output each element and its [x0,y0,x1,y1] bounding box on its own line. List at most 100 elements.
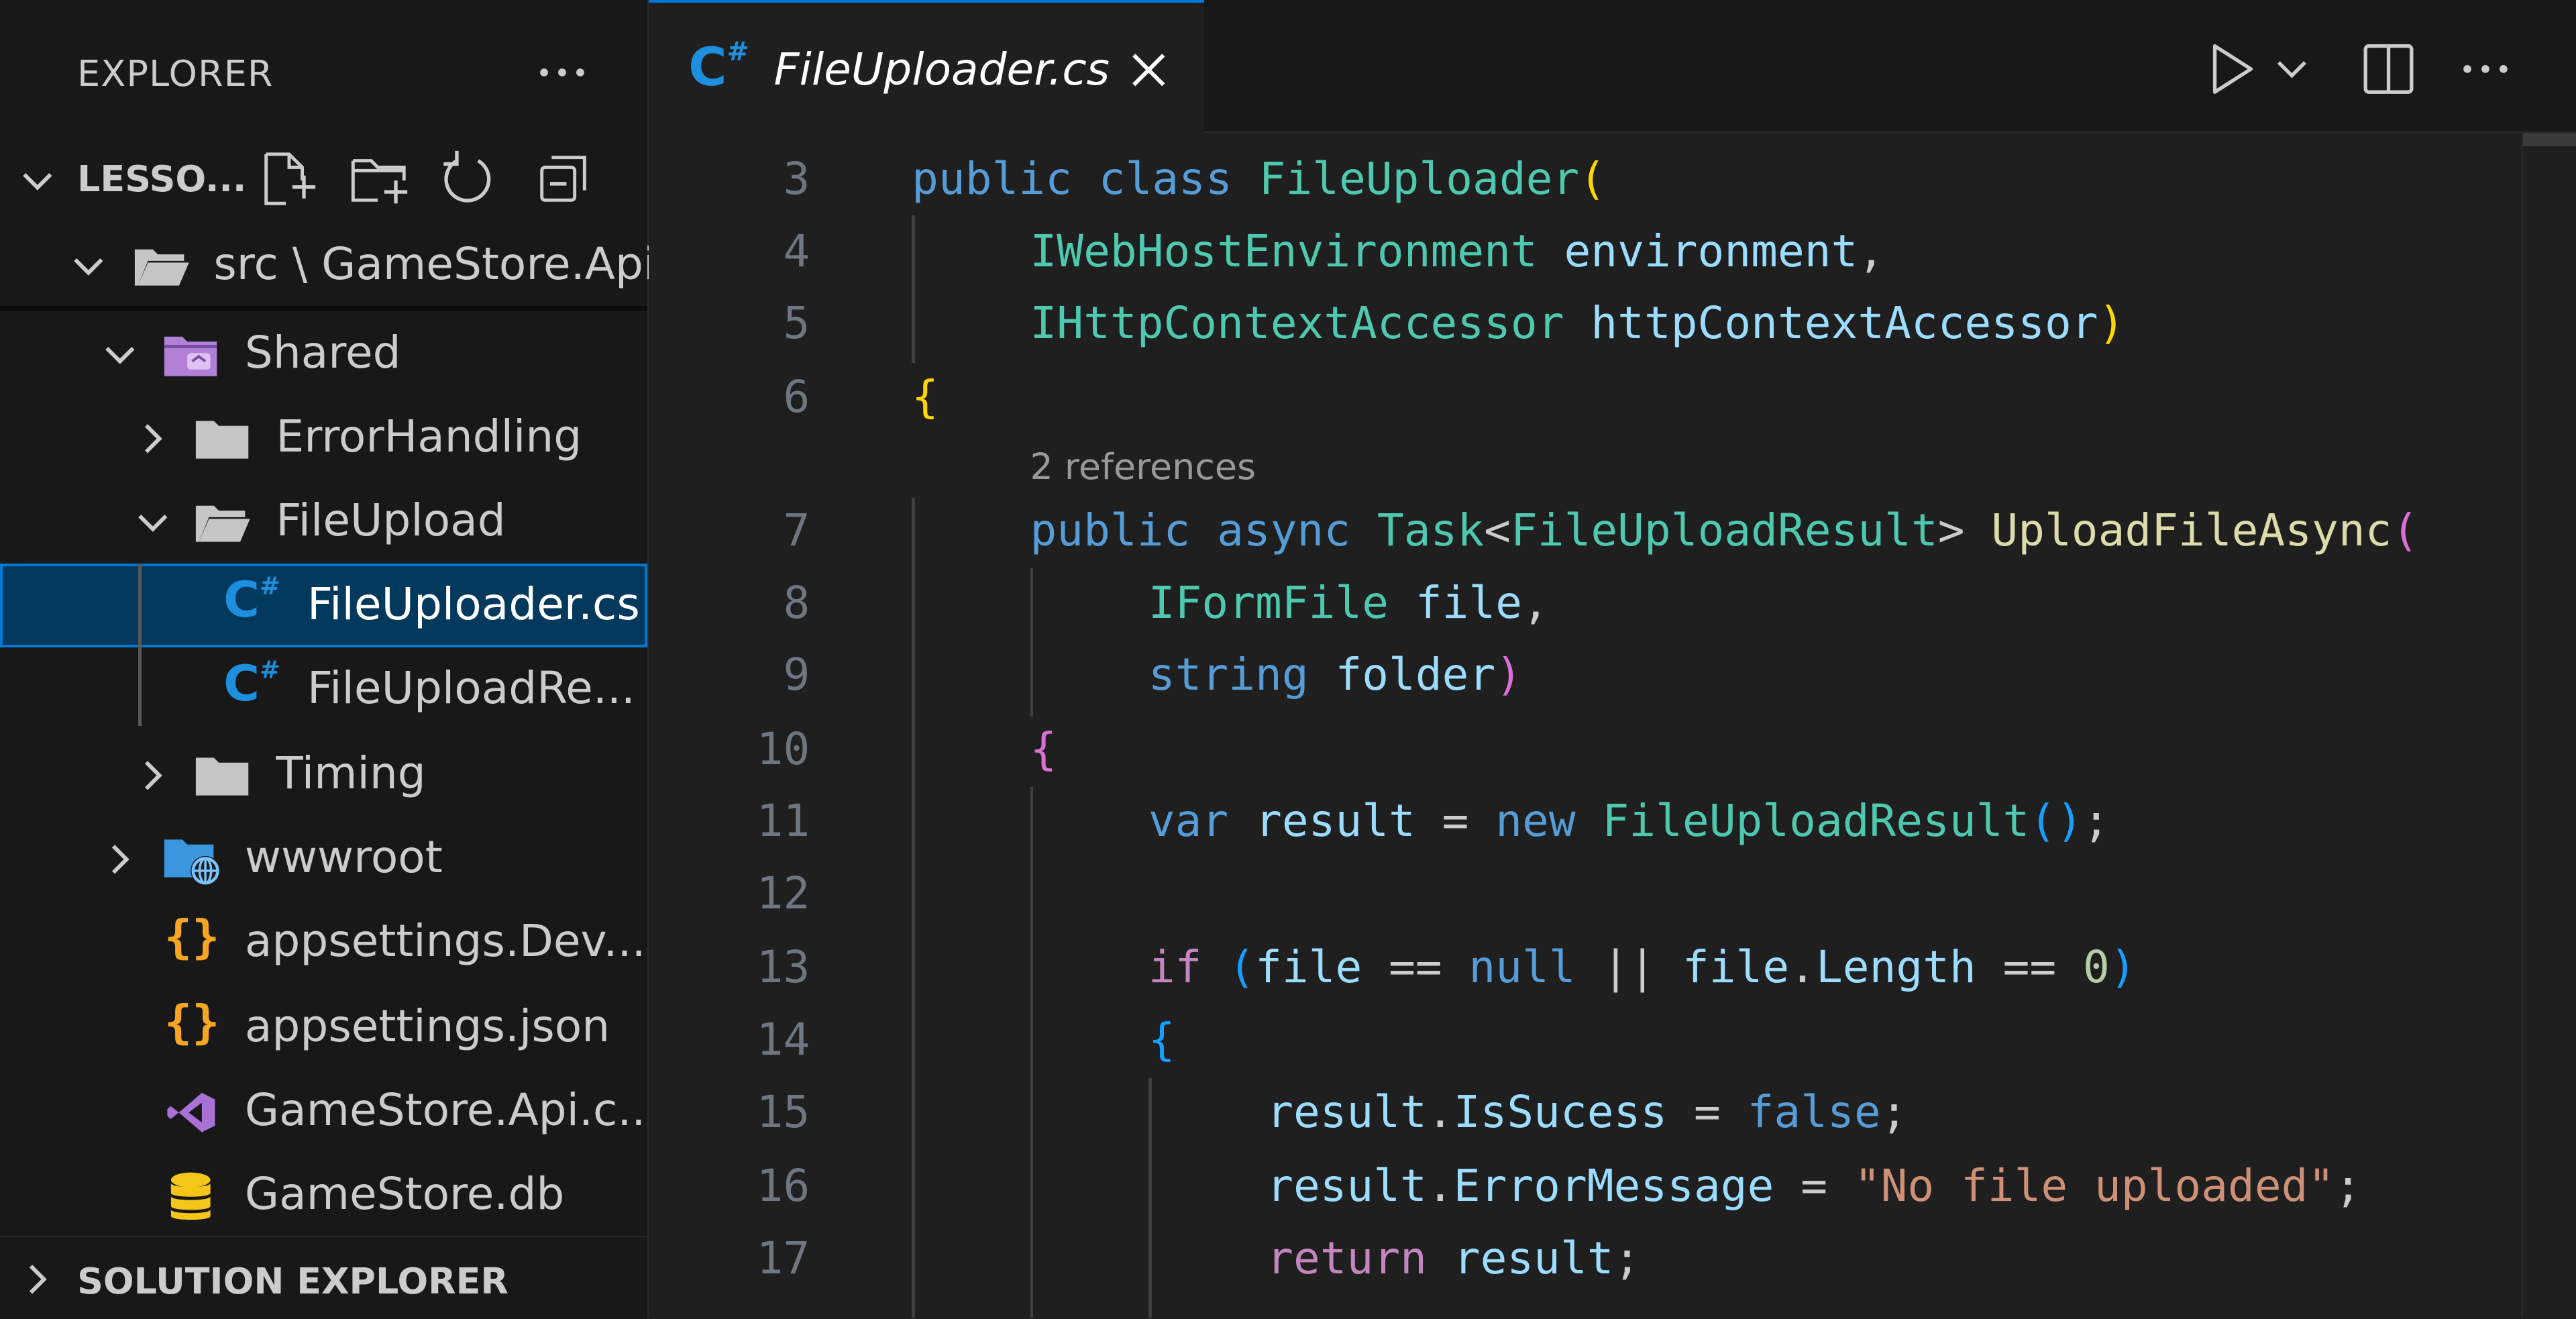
refresh-icon[interactable] [439,148,501,210]
special-folder-icon [164,337,217,376]
tree-item-src[interactable]: src \ GameStore.Api [0,223,655,307]
tree-item-label: ErrorHandling [276,411,582,463]
tree-item-appsettings[interactable]: {} appsettings.json [0,986,647,1069]
run-icon[interactable] [2202,33,2257,105]
code-line: result.ErrorMessage = "No file uploaded"… [1267,1159,2362,1212]
collapse-all-icon[interactable] [532,148,594,210]
chevron-right-icon [111,845,129,874]
scrollbar-thumb[interactable] [2523,133,2576,146]
ellipsis-icon[interactable] [2453,33,2518,105]
sticky-scroll-shadow [0,305,647,311]
tree-item-label: Timing [276,747,426,800]
ellipsis-icon[interactable] [529,40,595,105]
chevron-right-icon [30,1265,48,1294]
json-icon: {} [164,910,220,964]
chevron-right-icon [144,424,162,454]
chevron-right-icon [144,761,162,790]
chevron-down-icon [105,347,135,364]
line-number: 9 [783,649,810,701]
database-icon [170,1172,211,1220]
code-line: return result; [1267,1232,1641,1284]
tab-label: FileUploader.cs [773,44,1110,96]
line-number: 15 [756,1086,810,1138]
tab-fileuploader[interactable]: C# FileUploader.cs [649,0,1205,134]
chevron-down-icon [138,514,168,532]
workspace-label: LESSO... [77,158,247,201]
tree-item-fileupload[interactable]: FileUpload [0,480,647,564]
solution-explorer-header[interactable]: SOLUTION EXPLORER [0,1235,647,1319]
code-editor[interactable]: 3 4 5 6 7 8 9 10 11 12 13 14 15 16 17 pu… [649,133,2576,1318]
tree-item-appsettings-dev[interactable]: {} appsettings.Dev... [0,900,647,984]
code-line: IHttpContextAccessor httpContextAccessor… [1030,297,2125,350]
tree-item-label: appsettings.json [244,1000,610,1053]
tree-item-label: src \ GameStore.Api [213,238,656,291]
explorer-title: EXPLORER [77,52,274,95]
tree-item-label: FileUpload [276,494,506,547]
tree-item-label: GameStore.Api.c... [244,1084,660,1137]
tree-item-shared[interactable]: Shared [0,312,647,396]
close-icon[interactable] [1126,47,1172,93]
line-number: 17 [756,1232,810,1284]
chevron-down-icon [23,172,52,191]
tree-item-label: FileUploadRe... [307,662,635,714]
explorer-header: EXPLORER [0,33,647,109]
code-line: public class FileUploader( [912,152,1607,205]
csharp-icon: C# [223,655,280,713]
tree-item-label: wwwroot [244,831,443,884]
line-number: 8 [783,576,810,629]
explorer-sidebar: EXPLORER LESSO... src \ GameStore.Api Sh… [0,0,659,1319]
line-number: 7 [783,504,810,556]
code-line: { [1030,723,1057,775]
indent-guide [138,564,142,647]
code-line: { [1148,1014,1175,1066]
line-number: 14 [756,1014,810,1066]
code-line: IWebHostEnvironment environment, [1030,225,1885,277]
tree-item-errorhandling[interactable]: ErrorHandling [0,396,647,480]
indent-guide [1148,1077,1152,1318]
line-number: 5 [783,297,810,350]
folder-icon [195,420,248,459]
code-line: { [912,371,938,423]
code-line: if (file == null || file.Length == 0) [1148,941,2137,994]
code-line: string folder) [1148,649,1523,701]
solution-explorer-label: SOLUTION EXPLORER [77,1259,508,1302]
new-folder-icon[interactable] [348,148,411,210]
tree-item-timing[interactable]: Timing [0,733,647,816]
line-number: 16 [756,1159,810,1212]
tree-item-wwwroot[interactable]: wwwroot [0,816,647,900]
folder-icon [195,757,248,796]
code-line: IFormFile file, [1148,576,1549,629]
code-line: result.IsSucess = false; [1267,1086,1908,1138]
line-number: 12 [756,867,810,920]
csharp-icon: C# [223,572,280,629]
tree-item-label: appsettings.Dev... [244,915,646,967]
new-file-icon[interactable] [256,148,319,210]
folder-open-icon [195,506,250,543]
tree-item-label: GameStore.db [244,1168,565,1220]
line-number: 10 [756,723,810,775]
visual-studio-icon [167,1092,215,1132]
json-icon: {} [164,996,220,1050]
split-editor-icon[interactable] [2357,33,2420,105]
chevron-down-icon [74,258,103,276]
line-number: 6 [783,371,810,423]
csharp-icon: C# [688,37,749,99]
codelens-references[interactable]: 2 references [1030,445,1256,488]
indent-guide [912,215,916,364]
editor-scrollbar[interactable] [2522,133,2576,1318]
line-number: 11 [756,795,810,847]
tree-item-gamestore-db[interactable]: GameStore.db [0,1153,647,1237]
folder-open-icon [134,250,189,286]
line-number: 4 [783,225,810,277]
workspace-header[interactable]: LESSO... [0,142,647,221]
globe-folder-icon [164,839,221,886]
indent-guide [912,498,916,1318]
tree-item-label: Shared [244,327,401,379]
tree-item-csproj[interactable]: GameStore.Api.c... [0,1069,659,1153]
chevron-down-icon[interactable] [2272,33,2312,105]
tree-item-fileuploadresult[interactable]: C# FileUploadRe... [0,647,647,731]
code-line: public async Task<FileUploadResult> Uplo… [1030,504,2419,556]
line-number: 3 [783,152,810,205]
tree-item-fileuploader[interactable]: C# FileUploader.cs [0,564,647,647]
code-line: var result = new FileUploadResult(); [1148,795,2110,847]
